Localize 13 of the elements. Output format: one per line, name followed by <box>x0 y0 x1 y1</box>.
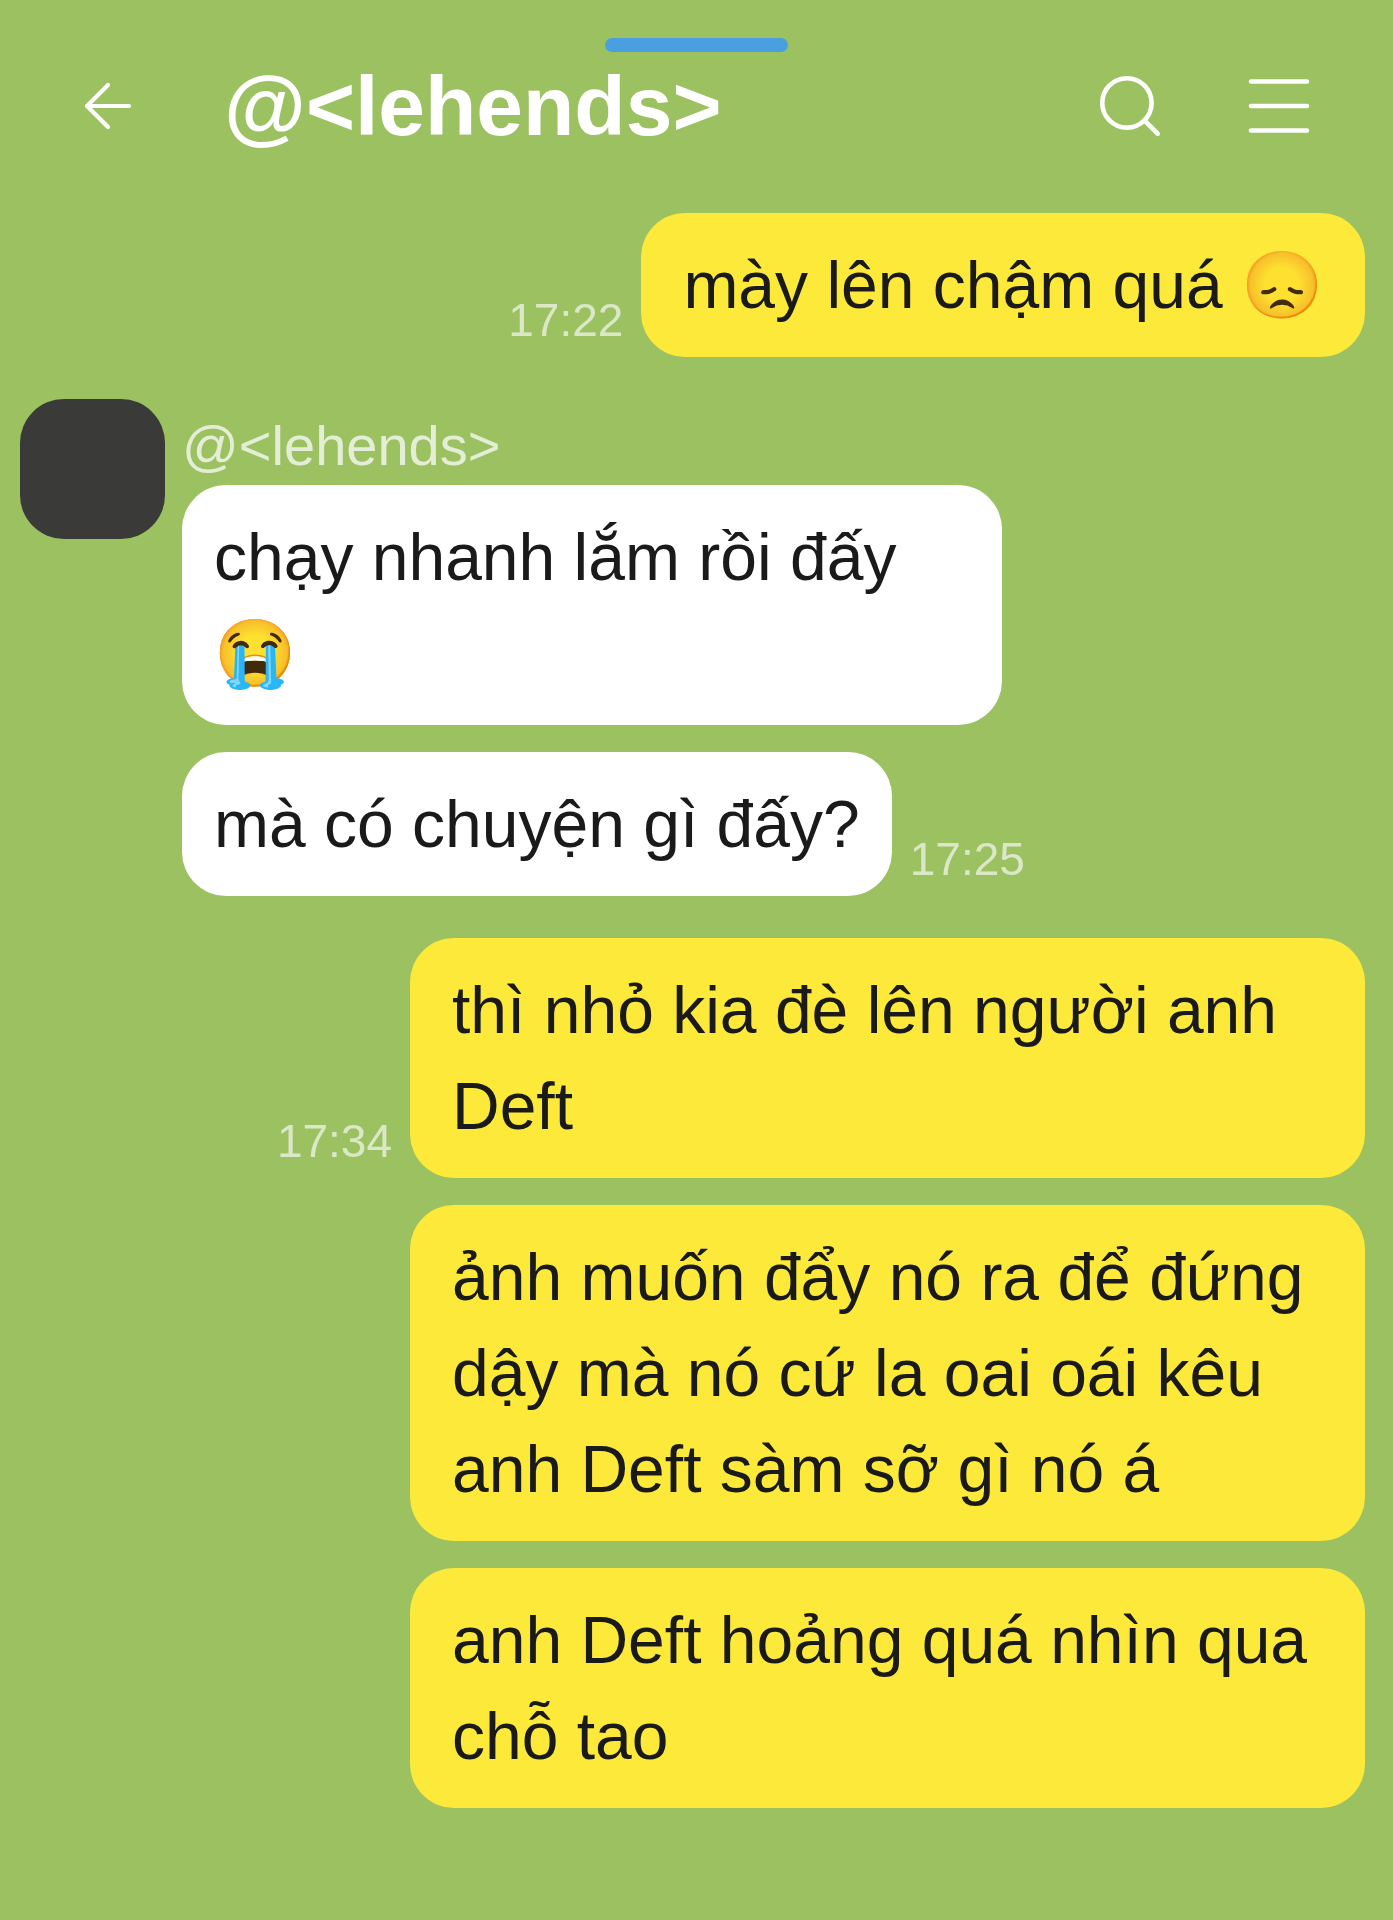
message-bubble: mà có chuyện gì đấy? <box>182 752 892 896</box>
message-bubble: mày lên chậm quá 😞 <box>641 213 1365 357</box>
chat-title: @<lehends> <box>224 64 722 148</box>
drag-handle[interactable] <box>605 38 788 52</box>
message-bubble: anh Deft hoảng quá nhìn qua chỗ tao <box>410 1568 1365 1808</box>
message-bubble: chạy nhanh lắm rồi đấy 😭 <box>182 485 1002 725</box>
avatar-photo-placeholder[interactable] <box>20 399 165 539</box>
message-time: 17:22 <box>508 297 624 343</box>
message-bubble: ảnh muốn đẩy nó ra để đứng dậy mà nó cứ la oai oái kêu anh Deft sàm sỡ gì nó á <box>410 1205 1365 1541</box>
sender-name: @<lehends> <box>182 415 501 477</box>
message-time: 17:25 <box>909 836 1025 882</box>
message-time: 17:34 <box>276 1118 392 1164</box>
message-bubble: thì nhỏ kia đè lên người anh Deft <box>410 938 1365 1178</box>
